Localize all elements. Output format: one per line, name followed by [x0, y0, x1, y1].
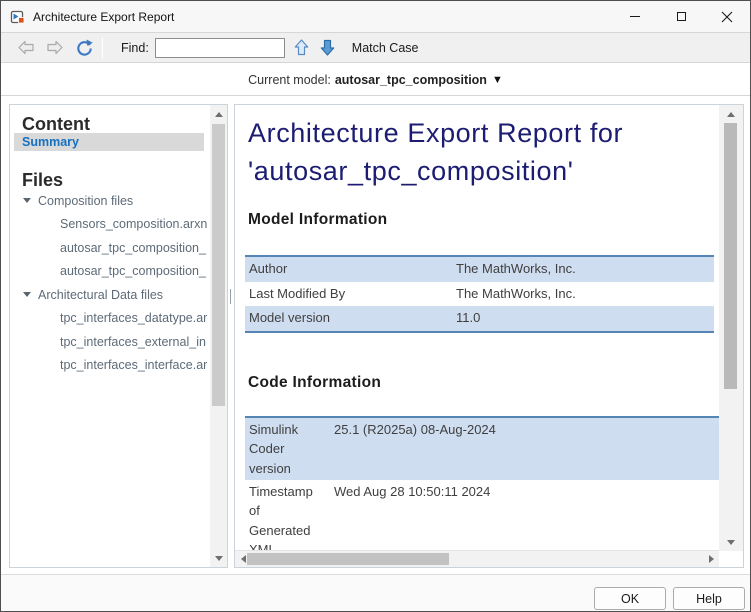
app-icon: [10, 9, 26, 25]
table-cell-value: The MathWorks, Inc.: [454, 282, 576, 307]
back-button[interactable]: [17, 40, 35, 55]
dropdown-caret-icon[interactable]: ▼: [492, 74, 503, 86]
toolbar: Find: Match Case: [1, 32, 750, 63]
maximize-icon: [677, 12, 686, 21]
scroll-down-arrow[interactable]: [719, 536, 743, 548]
report-title-line2: 'autosar_tpc_composition': [248, 152, 623, 190]
content-heading: Content: [22, 114, 90, 135]
scrollbar-thumb[interactable]: [247, 553, 449, 565]
code-information-heading: Code Information: [248, 374, 381, 392]
table-row: Simulink Coder version 25.1 (R2025a) 08-…: [245, 418, 719, 480]
tree-file-item[interactable]: autosar_tpc_composition_: [10, 236, 223, 260]
report-content: Architecture Export Report for 'autosar_…: [235, 105, 719, 550]
footer-bar: OK Help: [1, 574, 750, 612]
report-title-line1: Architecture Export Report for: [248, 114, 623, 152]
match-case-toggle[interactable]: Match Case: [352, 41, 419, 55]
table-cell-value: The MathWorks, Inc.: [454, 257, 576, 282]
report-title: Architecture Export Report for 'autosar_…: [248, 114, 623, 190]
scroll-down-arrow[interactable]: [210, 551, 227, 565]
table-cell-value: Wed Aug 28 10:50:11 2024: [331, 482, 490, 550]
find-next-button[interactable]: [320, 39, 335, 56]
file-link: tpc_interfaces_interface.ar: [60, 358, 207, 372]
ok-button[interactable]: OK: [594, 587, 666, 610]
model-information-heading: Model Information: [248, 211, 387, 229]
panel-splitter[interactable]: [230, 289, 231, 304]
model-information-table: Author The MathWorks, Inc. Last Modified…: [245, 255, 714, 333]
tree-file-item[interactable]: tpc_interfaces_interface.ar: [10, 354, 223, 378]
arrow-up-icon: [294, 39, 309, 56]
window-title: Architecture Export Report: [33, 10, 174, 24]
file-link: Sensors_composition.arxn: [60, 217, 207, 231]
help-button[interactable]: Help: [673, 587, 745, 610]
sidebar-item-summary[interactable]: Summary: [14, 133, 204, 151]
scrollbar-thumb[interactable]: [212, 124, 225, 406]
table-cell-label: Last Modified By: [245, 282, 454, 307]
window: Architecture Export Report: [0, 0, 751, 612]
table-cell-value: 11.0: [454, 306, 480, 331]
minimize-button[interactable]: [612, 1, 658, 32]
table-cell-value: 25.1 (R2025a) 08-Aug-2024: [331, 420, 496, 478]
find-previous-button[interactable]: [294, 39, 309, 56]
forward-button[interactable]: [46, 40, 64, 55]
table-cell-label: Model version: [245, 306, 454, 331]
tree-file-item[interactable]: Sensors_composition.arxn: [10, 213, 223, 237]
tree-file-item[interactable]: autosar_tpc_composition_: [10, 260, 223, 284]
window-controls: [612, 1, 750, 32]
toolbar-separator: [102, 37, 103, 59]
forward-icon: [46, 40, 64, 55]
file-link: tpc_interfaces_datatype.ar: [60, 311, 207, 325]
tree-node-composition-files[interactable]: Composition files: [10, 189, 223, 213]
find-input[interactable]: [155, 38, 285, 58]
find-label: Find:: [121, 41, 149, 55]
content-sidebar: Content Summary Files Composition files …: [9, 104, 228, 568]
current-model-dropdown[interactable]: autosar_tpc_composition: [335, 73, 487, 87]
maximize-button[interactable]: [658, 1, 704, 32]
report-horizontal-scrollbar[interactable]: [235, 550, 719, 567]
refresh-icon: [75, 39, 94, 57]
model-bar: Current model: autosar_tpc_composition ▼: [1, 64, 750, 96]
files-tree: Composition files Sensors_composition.ar…: [10, 189, 223, 377]
tree-node-architectural-data-files[interactable]: Architectural Data files: [10, 283, 223, 307]
summary-link: Summary: [22, 135, 79, 149]
arrow-down-icon: [320, 39, 335, 56]
table-cell-label: Author: [245, 257, 454, 282]
scrollbar-thumb[interactable]: [724, 123, 737, 389]
tree-file-item[interactable]: tpc_interfaces_datatype.ar: [10, 307, 223, 331]
titlebar: Architecture Export Report: [1, 1, 750, 32]
table-cell-label: Timestamp of Generated XML: [245, 482, 331, 550]
collapse-icon[interactable]: [23, 198, 31, 203]
file-link: autosar_tpc_composition_: [60, 264, 206, 278]
report-vertical-scrollbar[interactable]: [719, 105, 743, 551]
back-icon: [17, 40, 35, 55]
sidebar-scrollbar[interactable]: [210, 105, 227, 567]
tree-node-label: Composition files: [38, 194, 133, 208]
current-model-label: Current model:: [248, 73, 331, 87]
file-link: tpc_interfaces_external_in: [60, 335, 206, 349]
table-row: Timestamp of Generated XML Wed Aug 28 10…: [245, 480, 719, 550]
tree-file-item[interactable]: tpc_interfaces_external_in: [10, 330, 223, 354]
scroll-right-arrow[interactable]: [705, 551, 717, 567]
main-area: Content Summary Files Composition files …: [1, 97, 750, 574]
close-icon: [721, 11, 733, 23]
table-row: Author The MathWorks, Inc.: [245, 257, 714, 282]
close-button[interactable]: [704, 1, 750, 32]
table-row: Last Modified By The MathWorks, Inc.: [245, 282, 714, 307]
tree-node-label: Architectural Data files: [38, 288, 163, 302]
code-information-table: Simulink Coder version 25.1 (R2025a) 08-…: [245, 416, 719, 550]
scroll-up-arrow[interactable]: [210, 107, 227, 121]
files-heading: Files: [22, 170, 63, 191]
refresh-button[interactable]: [75, 39, 94, 57]
table-row: Model version 11.0: [245, 306, 714, 331]
collapse-icon[interactable]: [23, 292, 31, 297]
file-link: autosar_tpc_composition_: [60, 241, 206, 255]
scroll-up-arrow[interactable]: [719, 108, 743, 120]
report-panel: Architecture Export Report for 'autosar_…: [234, 104, 744, 568]
minimize-icon: [630, 16, 640, 17]
table-cell-label: Simulink Coder version: [245, 420, 331, 478]
